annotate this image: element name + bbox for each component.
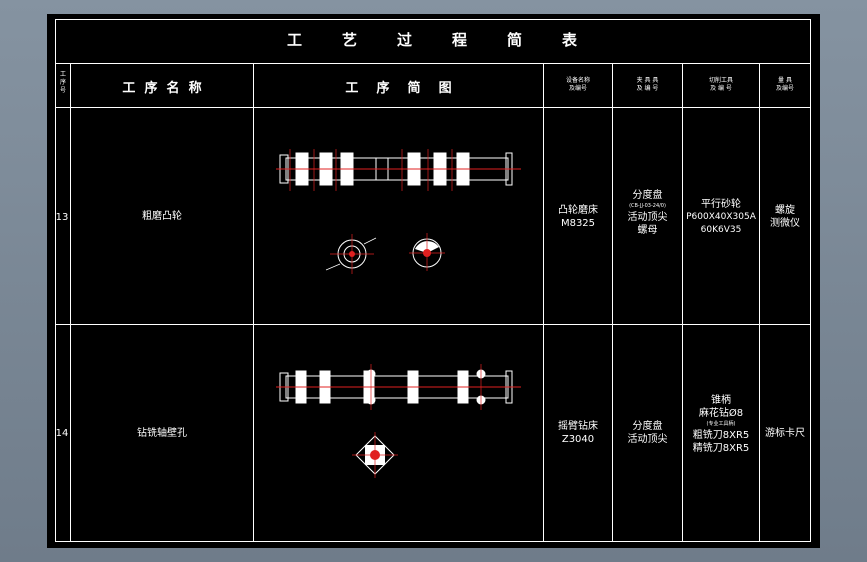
row13-seq: 13: [55, 212, 69, 223]
header-gauge: 量 具及编号: [775, 77, 794, 92]
camshaft-sketch-13: [276, 149, 521, 191]
col-line-3: [543, 63, 544, 542]
row-separator: [55, 324, 811, 325]
header-seq: 工序号: [59, 71, 66, 94]
row14-gauge: 游标卡尺: [765, 428, 805, 439]
header-tool: 切削工具及 编 号: [708, 77, 733, 92]
header-equipment: 设备名称 及编号: [565, 77, 590, 92]
row14-fixture: 分度盘 活动顶尖: [627, 421, 668, 445]
header-fixture: 夹 具 具及 编 号: [636, 77, 659, 92]
table-border-left: [55, 19, 56, 542]
camshaft-sketch-14: [276, 364, 521, 410]
header-process-name: 工 序 名 称: [122, 81, 202, 96]
col-line-2: [253, 63, 254, 542]
cam-section-right-13: [409, 233, 445, 271]
header-separator: [55, 107, 811, 108]
row14-name: 钻铣轴壁孔: [137, 428, 187, 439]
col-line-1: [70, 63, 71, 542]
title-separator: [55, 63, 811, 64]
section-view-14: [352, 432, 398, 478]
row14-tool: 锥柄 麻花钻Ø8 (专业工具柄) 粗铣刀8XR5 精铣刀8XR5: [692, 395, 750, 454]
row13-fixture: 分度盘 (CB-JJ-03-24/0) 活动顶尖 螺母: [627, 190, 668, 236]
row13-tool: 平行砂轮 P600X40X305A 60K6V35: [686, 199, 756, 235]
col-line-4: [612, 63, 613, 542]
col-line-5: [682, 63, 683, 542]
header-process-diagram: 工 序 简 图: [345, 81, 452, 96]
row14-seq: 14: [55, 428, 69, 439]
row13-name: 粗磨凸轮: [142, 211, 182, 222]
sheet-title: 工艺过程简表: [286, 31, 579, 49]
col-line-6: [759, 63, 760, 542]
cam-section-left-13: [325, 234, 377, 274]
table-border-bottom: [55, 541, 811, 542]
table-border-right: [810, 19, 811, 542]
table-border-top: [55, 19, 811, 20]
row14-equipment: 摇臂钻床 Z3040: [558, 421, 598, 445]
row13-equipment: 凸轮磨床 M8325: [558, 205, 598, 229]
row13-gauge: 螺旋 测微仪: [770, 205, 800, 229]
